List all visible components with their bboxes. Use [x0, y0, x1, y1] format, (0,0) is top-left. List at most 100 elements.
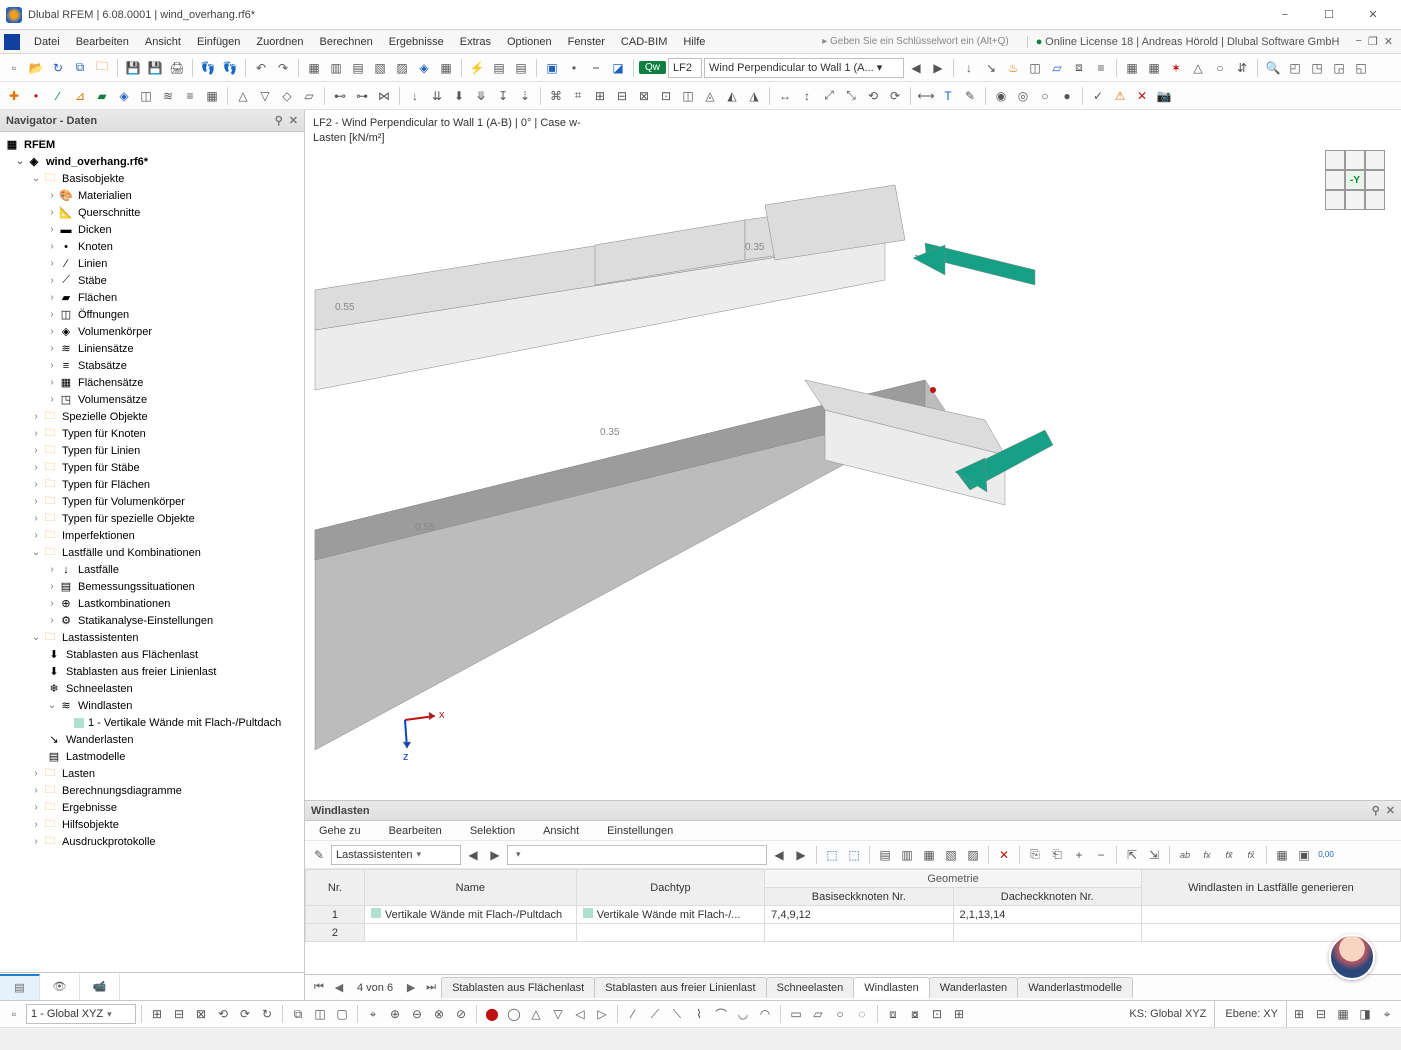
- bp-paste-icon[interactable]: ⎗: [1047, 845, 1067, 865]
- tool05-icon[interactable]: ⊠: [634, 86, 654, 106]
- view-opts2-icon[interactable]: ▦: [1144, 58, 1164, 78]
- tree-item[interactable]: ›◳Volumensätze: [0, 391, 304, 408]
- lf-name-dropdown[interactable]: Wind Perpendicular to Wall 1 (A... ▾: [704, 58, 904, 78]
- col-beck[interactable]: Basiseckknoten Nr.: [765, 888, 953, 906]
- open-folder-icon[interactable]: 🗀: [92, 58, 112, 78]
- sb25-icon[interactable]: ⌒: [711, 1004, 731, 1024]
- mdi-restore-button[interactable]: ❐: [1368, 35, 1378, 48]
- bp-fx2-icon[interactable]: fx̄: [1219, 845, 1239, 865]
- tree-item[interactable]: ›◈Volumenkörper: [0, 323, 304, 340]
- tabs-prev-icon[interactable]: ◀: [329, 981, 349, 994]
- display-results-icon[interactable]: ↘: [981, 58, 1001, 78]
- tree-item[interactable]: ›⊕Lastkombinationen: [0, 595, 304, 612]
- bp-select2-icon[interactable]: ⬚: [844, 845, 864, 865]
- tree-folder[interactable]: ›🗀Typen für Flächen: [0, 476, 304, 493]
- bottom-tab[interactable]: Windlasten: [853, 977, 929, 998]
- menu-datei[interactable]: Datei: [26, 33, 68, 51]
- zoom-icon[interactable]: 🔍: [1263, 58, 1283, 78]
- sb30-icon[interactable]: ○: [830, 1004, 850, 1024]
- sb3-icon[interactable]: ⊠: [191, 1004, 211, 1024]
- nav-close-icon[interactable]: ✕: [289, 114, 298, 127]
- tree-item[interactable]: ▤Lastmodelle: [0, 748, 304, 765]
- cube3-icon[interactable]: ◲: [1329, 58, 1349, 78]
- fire-icon[interactable]: ♨: [1003, 58, 1023, 78]
- bp-tool1-icon[interactable]: ▤: [875, 845, 895, 865]
- show-hinges-icon[interactable]: ○: [1210, 58, 1230, 78]
- col-geometrie[interactable]: Geometrie: [765, 870, 1142, 888]
- tree-item[interactable]: ›↓Lastfälle: [0, 561, 304, 578]
- tool12-icon[interactable]: ↕: [797, 86, 817, 106]
- support-avatar[interactable]: [1329, 934, 1375, 980]
- expand-wind-icon[interactable]: ⌄: [46, 700, 58, 711]
- load6-icon[interactable]: ⇣: [515, 86, 535, 106]
- nav-tree[interactable]: ▦RFEM ⌄◈wind_overhang.rf6* ⌄🗀Basisobjekt…: [0, 132, 304, 972]
- menu-bearbeiten[interactable]: Bearbeiten: [68, 33, 137, 51]
- sb4-icon[interactable]: ⟲: [213, 1004, 233, 1024]
- load2-icon[interactable]: ⇊: [427, 86, 447, 106]
- load1-icon[interactable]: ↓: [405, 86, 425, 106]
- menu-optionen[interactable]: Optionen: [499, 33, 560, 51]
- tabs-next-icon[interactable]: ▶: [401, 981, 421, 994]
- bottom-tab[interactable]: Schneelasten: [766, 977, 855, 998]
- sb14-icon[interactable]: ⊘: [451, 1004, 471, 1024]
- nodes-icon[interactable]: •: [564, 58, 584, 78]
- sb13-icon[interactable]: ⊗: [429, 1004, 449, 1024]
- table-row[interactable]: 2: [306, 924, 1401, 942]
- cube4-icon[interactable]: ◱: [1351, 58, 1371, 78]
- sb8-icon[interactable]: ◫: [310, 1004, 330, 1024]
- sb18-icon[interactable]: ▽: [548, 1004, 568, 1024]
- tool03-icon[interactable]: ⊞: [590, 86, 610, 106]
- tree-item[interactable]: ›≋Liniensätze: [0, 340, 304, 357]
- tree-folder[interactable]: ›🗀Imperfektionen: [0, 527, 304, 544]
- save-icon[interactable]: 💾: [123, 58, 143, 78]
- tree-item[interactable]: ›📐Querschnitte: [0, 204, 304, 221]
- surface-icon[interactable]: ▰: [92, 86, 112, 106]
- bp-prev-icon[interactable]: ◀: [463, 845, 483, 865]
- tree-item[interactable]: ›▦Flächensätze: [0, 374, 304, 391]
- bp-decimals-icon[interactable]: 0,00: [1316, 845, 1336, 865]
- surfaceset-icon[interactable]: ▦: [202, 86, 222, 106]
- visibility2-icon[interactable]: ◎: [1013, 86, 1033, 106]
- bp-import-icon[interactable]: ⇱: [1122, 845, 1142, 865]
- annotation-icon[interactable]: ✎: [960, 86, 980, 106]
- dim-icon[interactable]: ⟷: [916, 86, 936, 106]
- tool10-icon[interactable]: ◮: [744, 86, 764, 106]
- sb16-icon[interactable]: ◯: [504, 1004, 524, 1024]
- lineset-icon[interactable]: ≋: [158, 86, 178, 106]
- col-name[interactable]: Name: [364, 870, 576, 906]
- menu-berechnen[interactable]: Berechnen: [312, 33, 381, 51]
- member-icon[interactable]: ⊿: [70, 86, 90, 106]
- text-icon[interactable]: T: [938, 86, 958, 106]
- sb32-icon[interactable]: ⧈: [883, 1004, 903, 1024]
- bp-tool3-icon[interactable]: ▦: [919, 845, 939, 865]
- expand-basis-icon[interactable]: ⌄: [30, 173, 42, 184]
- bp-export-icon[interactable]: ⇲: [1144, 845, 1164, 865]
- tool15-icon[interactable]: ⟲: [863, 86, 883, 106]
- load4-icon[interactable]: ⤋: [471, 86, 491, 106]
- visibility1-icon[interactable]: ◉: [991, 86, 1011, 106]
- tree-folder[interactable]: ›🗀Ausdruckprotokolle: [0, 833, 304, 850]
- nav-tab-eye[interactable]: 👁: [40, 974, 80, 1000]
- orientation-cube[interactable]: -Y: [1325, 150, 1385, 210]
- support4-icon[interactable]: ▱: [299, 86, 319, 106]
- bp-remove-icon[interactable]: −: [1091, 845, 1111, 865]
- tree-item[interactable]: ⬇Stablasten aus freier Linienlast: [0, 663, 304, 680]
- tree-item[interactable]: ›•Knoten: [0, 238, 304, 255]
- footprint-icon[interactable]: 👣: [198, 58, 218, 78]
- col-generate[interactable]: Windlasten in Lastfälle generieren: [1141, 870, 1400, 906]
- sb24-icon[interactable]: ⌇: [689, 1004, 709, 1024]
- hinge3-icon[interactable]: ⋈: [374, 86, 394, 106]
- bp-select-icon[interactable]: ⬚: [822, 845, 842, 865]
- sb31-icon[interactable]: ◌: [852, 1004, 872, 1024]
- view3-icon[interactable]: ▤: [348, 58, 368, 78]
- bp-nav-next-icon[interactable]: ▶: [791, 845, 811, 865]
- tool14-icon[interactable]: ⤡: [841, 86, 861, 106]
- bottom-tab[interactable]: Wanderlastmodelle: [1017, 977, 1133, 998]
- tree-item[interactable]: ›▰Flächen: [0, 289, 304, 306]
- open-file-icon[interactable]: 📂: [26, 58, 46, 78]
- bp-menu-gehezu[interactable]: Gehe zu: [311, 822, 369, 840]
- menu-fenster[interactable]: Fenster: [560, 33, 613, 51]
- load3-icon[interactable]: ⬇: [449, 86, 469, 106]
- tree-item[interactable]: ⬇Stablasten aus Flächenlast: [0, 646, 304, 663]
- sb-end2-icon[interactable]: ⊟: [1311, 1004, 1331, 1024]
